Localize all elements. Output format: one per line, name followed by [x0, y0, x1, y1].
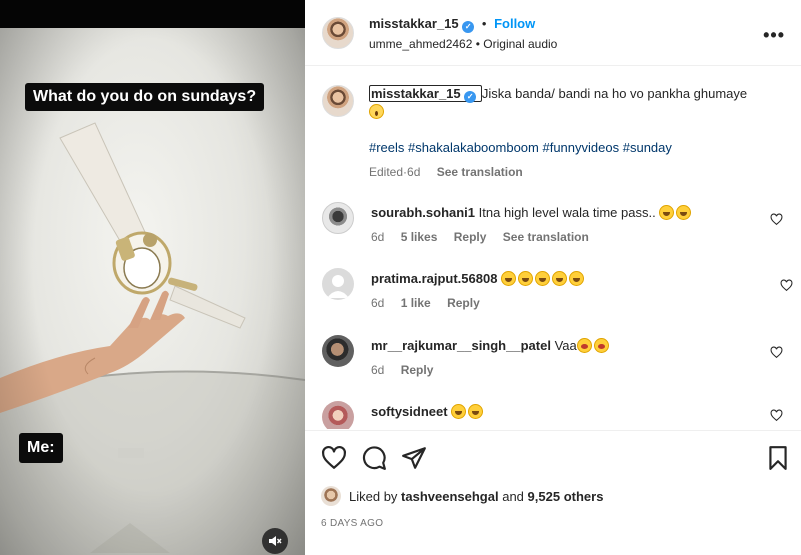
video-caption-me: Me: — [19, 433, 63, 463]
comment-body: pratima.rajput.56808 — [371, 270, 586, 288]
laughing-emoji-icon — [451, 404, 467, 419]
likes-and: and — [502, 488, 524, 504]
author-username[interactable]: misstakkar_15 — [369, 16, 459, 31]
video-caption-question: What do you do on sundays? — [25, 83, 265, 111]
edited-label: Edited — [369, 165, 404, 179]
comment-bubble-icon[interactable] — [361, 445, 387, 471]
comment-body: sourabh.sohani1 Itna high level wala tim… — [371, 204, 693, 222]
laughing-emoji-icon — [468, 404, 484, 419]
laughing-emoji-icon — [659, 205, 675, 220]
commenter-avatar[interactable] — [322, 268, 354, 300]
flushed-face-emoji-icon — [369, 104, 384, 119]
liker-username[interactable]: tashveensehgal — [401, 489, 499, 504]
comment-age[interactable]: 6d — [371, 296, 384, 310]
speaker-muted-icon — [269, 536, 282, 546]
liked-by-label: Liked by — [349, 488, 398, 504]
comment-text: Itna high level wala time pass.. — [478, 205, 656, 220]
caption-username[interactable]: misstakkar_15 — [371, 86, 461, 101]
verified-badge-icon: ✓ — [462, 21, 475, 33]
author-line: misstakkar_15 ✓ • Follow — [369, 16, 535, 33]
see-translation-link[interactable]: See translation — [437, 165, 523, 179]
see-translation-link[interactable]: See translation — [503, 230, 589, 244]
comment-body: softysidneet — [371, 403, 485, 421]
post-header: misstakkar_15 ✓ • Follow umme_ahmed2462 … — [305, 0, 801, 66]
caption-author-avatar[interactable] — [322, 85, 354, 117]
commenter-username[interactable]: sourabh.sohani1 — [371, 205, 475, 220]
commenter-username[interactable]: pratima.rajput.56808 — [371, 271, 497, 286]
comment-meta: 6d 1 like Reply — [371, 296, 493, 310]
commenter-avatar[interactable] — [322, 335, 354, 367]
more-options-icon[interactable]: ••• — [763, 25, 785, 46]
comments-list[interactable]: misstakkar_15 ✓ Jiska banda/ bandi na ho… — [305, 67, 801, 429]
follow-button[interactable]: Follow — [494, 16, 535, 31]
caption-meta: Edited·6d See translation — [369, 165, 536, 179]
video-top-bar — [0, 0, 305, 28]
heart-icon[interactable] — [321, 445, 347, 471]
post-date[interactable]: 6 DAYS AGO — [321, 518, 383, 529]
comment-age[interactable]: 6d — [371, 230, 384, 244]
likes-summary: Liked by tashveensehgal and 9,525 others — [321, 486, 603, 506]
reply-button[interactable]: Reply — [454, 230, 487, 244]
bookmark-icon[interactable] — [765, 445, 791, 471]
comment-likes[interactable]: 5 likes — [401, 230, 438, 244]
caption-hashtags: #reels #shakalakaboomboom #funnyvideos #… — [369, 139, 769, 157]
audio-username[interactable]: umme_ahmed2462 — [369, 37, 472, 51]
reply-button[interactable]: Reply — [401, 363, 434, 377]
hashtag-link[interactable]: #funnyvideos — [542, 140, 619, 155]
face-with-tongue-emoji-icon — [593, 338, 609, 353]
commenter-avatar[interactable] — [322, 202, 354, 234]
mute-button[interactable] — [262, 528, 288, 554]
hashtag-link[interactable]: #sunday — [623, 140, 672, 155]
likes-count[interactable]: 9,525 others — [528, 489, 604, 504]
comment-like-heart-icon[interactable] — [770, 409, 783, 422]
caption-author-box[interactable]: misstakkar_15 ✓ — [369, 85, 482, 103]
audio-label[interactable]: Original audio — [483, 37, 557, 51]
post-actions-section: Liked by tashveensehgal and 9,525 others… — [305, 430, 801, 555]
laughing-emoji-icon — [501, 271, 517, 286]
post-details-panel: misstakkar_15 ✓ • Follow umme_ahmed2462 … — [305, 0, 801, 555]
comment-meta: 6d Reply — [371, 363, 446, 377]
hashtag-link[interactable]: #shakalakaboomboom — [408, 140, 539, 155]
hashtag-link[interactable]: #reels — [369, 140, 404, 155]
comment-meta: 6d 5 likes Reply See translation — [371, 230, 602, 244]
comment-item: pratima.rajput.56808 6d 1 like Reply — [321, 268, 791, 318]
comment-age[interactable]: 6d — [371, 363, 384, 377]
comment-item: mr__rajkumar__singh__patel Vaa 6d Reply — [321, 335, 791, 385]
laughing-emoji-icon — [535, 271, 551, 286]
author-avatar[interactable] — [322, 17, 354, 49]
comment-body: mr__rajkumar__singh__patel Vaa — [371, 337, 611, 355]
share-paper-plane-icon[interactable] — [401, 445, 427, 471]
comment-text: Vaa — [554, 338, 577, 353]
laughing-emoji-icon — [552, 271, 568, 286]
commenter-username[interactable]: mr__rajkumar__singh__patel — [371, 338, 551, 353]
face-with-tongue-emoji-icon — [576, 338, 592, 353]
reply-button[interactable]: Reply — [447, 296, 480, 310]
reel-video[interactable]: What do you do on sundays? Me: — [0, 0, 305, 555]
comment-item: sourabh.sohani1 Itna high level wala tim… — [321, 202, 791, 252]
commenter-avatar[interactable] — [322, 401, 354, 429]
verified-badge-icon: ✓ — [464, 91, 477, 103]
caption-text-block: misstakkar_15 ✓ Jiska banda/ bandi na ho… — [369, 85, 769, 121]
laughing-emoji-icon — [676, 205, 692, 220]
default-avatar-icon — [327, 275, 349, 298]
commenter-username[interactable]: softysidneet — [371, 404, 448, 419]
header-separator: • — [481, 16, 487, 31]
comment-like-heart-icon[interactable] — [770, 346, 783, 359]
laughing-emoji-icon — [569, 271, 585, 286]
comment-likes[interactable]: 1 like — [401, 296, 431, 310]
audio-line: umme_ahmed2462 • Original audio — [369, 37, 557, 51]
caption-age[interactable]: 6d — [407, 165, 420, 179]
comment-item: softysidneet — [321, 401, 791, 429]
caption-text: Jiska banda/ bandi na ho vo pankha ghuma… — [481, 86, 748, 101]
comment-like-heart-icon[interactable] — [780, 279, 793, 292]
audio-separator: • — [475, 37, 480, 51]
laughing-emoji-icon — [518, 271, 534, 286]
comment-like-heart-icon[interactable] — [770, 213, 783, 226]
liker-avatar[interactable] — [321, 486, 341, 506]
